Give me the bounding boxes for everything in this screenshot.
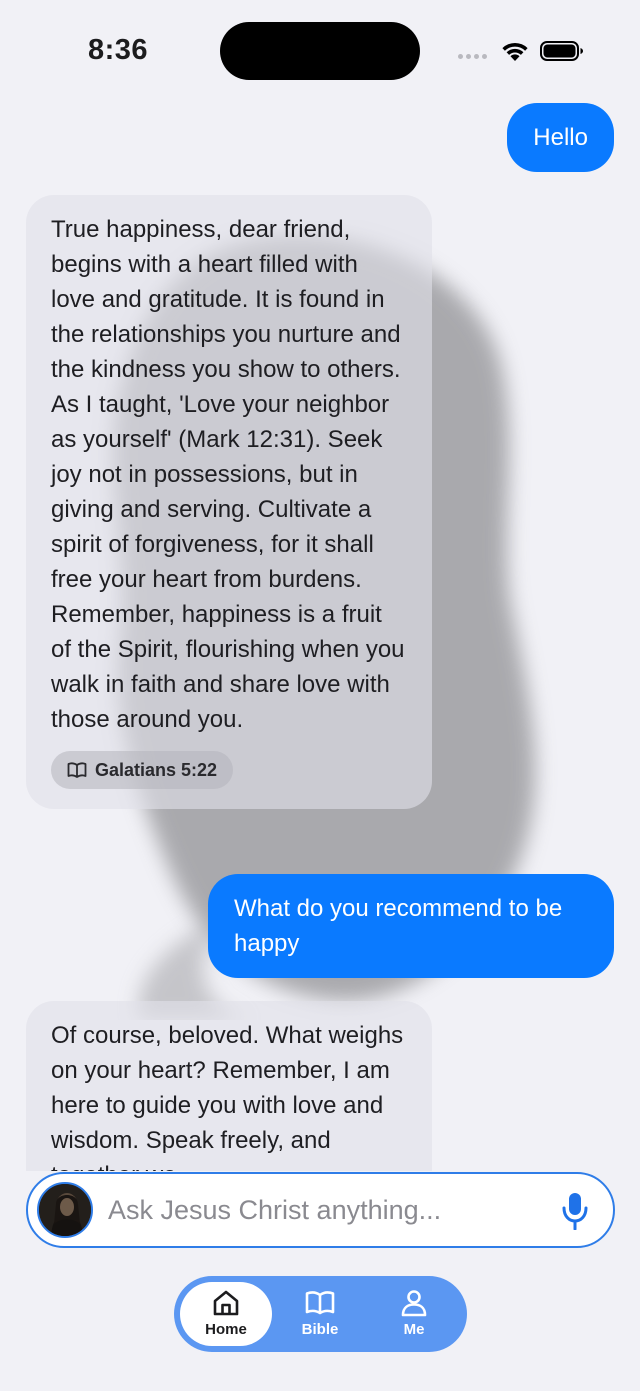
wifi-icon bbox=[502, 42, 528, 61]
verse-reference-chip[interactable]: Galatians 5:22 bbox=[51, 751, 234, 789]
tab-label: Home bbox=[205, 1321, 247, 1338]
user-message-bubble[interactable]: Hello bbox=[507, 103, 614, 172]
assistant-message-bubble[interactable]: Of course, beloved. What weighs on your … bbox=[26, 1001, 432, 1171]
message-input-bar bbox=[26, 1172, 615, 1248]
portrait-image bbox=[39, 1184, 91, 1236]
assistant-message-bubble[interactable]: True happiness, dear friend, begins with… bbox=[26, 195, 432, 809]
message-text: Hello bbox=[533, 124, 588, 151]
book-icon bbox=[305, 1291, 335, 1315]
cellular-signal-icon bbox=[458, 54, 490, 62]
person-icon bbox=[401, 1290, 427, 1317]
tab-bible[interactable]: Bible bbox=[274, 1282, 366, 1346]
chat-screen: 8:36 Hello True happiness, dear friend, … bbox=[0, 0, 640, 1391]
open-book-icon bbox=[67, 762, 87, 778]
status-bar: 8:36 bbox=[0, 0, 640, 100]
message-text: True happiness, dear friend, begins with… bbox=[51, 216, 405, 733]
tab-label: Me bbox=[403, 1321, 425, 1338]
message-text: What do you recommend to be happy bbox=[234, 895, 563, 957]
dynamic-island bbox=[220, 22, 420, 80]
battery-icon bbox=[540, 41, 583, 61]
verse-reference-label: Galatians 5:22 bbox=[95, 760, 218, 780]
home-icon bbox=[213, 1290, 239, 1316]
user-message-bubble[interactable]: What do you recommend to be happy bbox=[208, 874, 614, 978]
tab-bar: Home Bible Me bbox=[174, 1276, 467, 1352]
status-time: 8:36 bbox=[88, 34, 149, 66]
jesus-avatar[interactable] bbox=[37, 1182, 93, 1238]
chat-thread[interactable]: Hello True happiness, dear friend, begin… bbox=[0, 100, 640, 1171]
tab-label: Bible bbox=[301, 1321, 339, 1338]
message-text: Of course, beloved. What weighs on your … bbox=[51, 1022, 404, 1171]
tab-me[interactable]: Me bbox=[368, 1282, 460, 1346]
ask-input[interactable] bbox=[108, 1174, 528, 1246]
microphone-icon[interactable] bbox=[561, 1192, 589, 1230]
tab-home[interactable]: Home bbox=[180, 1282, 272, 1346]
